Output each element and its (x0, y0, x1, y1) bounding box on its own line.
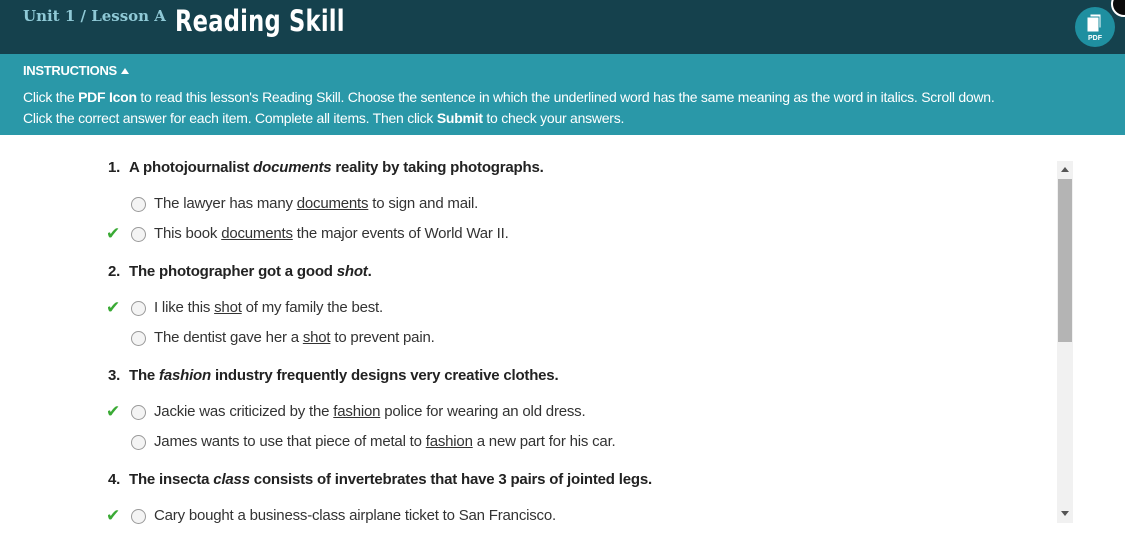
question-text: industry frequently designs very creativ… (210, 367, 559, 384)
option-underlined-word: fashion (333, 403, 381, 420)
radio-q1-option-1[interactable] (131, 197, 146, 212)
option-text: to prevent pain. (330, 329, 435, 346)
page-title: Reading Skill (175, 4, 345, 38)
option-text: of my family the best. (241, 299, 384, 316)
question-number: 4. (108, 471, 121, 488)
option-underlined-word: shot (302, 329, 331, 346)
option-text: Cary bought a business-class airplane ti… (154, 507, 556, 524)
option-underlined-word: shot (214, 299, 242, 316)
option-text: The dentist gave her a (154, 329, 303, 346)
unit-lesson-label: Unit 1 / Lesson A (23, 7, 166, 25)
instructions-toggle[interactable]: INSTRUCTIONS (23, 63, 129, 78)
option-q2-2[interactable]: The dentist gave her a shot to prevent p… (154, 329, 435, 346)
check-icon: ✔ (106, 298, 121, 317)
instructions-panel: INSTRUCTIONS Click the PDF Icon to read … (0, 54, 1125, 135)
option-text: to sign and mail. (368, 195, 479, 212)
option-underlined-word: fashion (425, 433, 473, 450)
option-text: I like this (154, 299, 215, 316)
question-text: The (129, 367, 160, 384)
question-text: The insecta (129, 471, 214, 488)
option-text: Jackie was criticized by the (154, 403, 334, 420)
question-italic-word: documents (253, 159, 332, 176)
instr-line2-post: to check your answers. (482, 110, 625, 126)
pdf-label: PDF (1088, 35, 1103, 42)
option-text: a new part for his car. (472, 433, 616, 450)
option-q4-1[interactable]: Cary bought a business-class airplane ti… (154, 507, 556, 524)
option-q3-1[interactable]: Jackie was criticized by the fashion pol… (154, 403, 586, 420)
scrollbar-thumb[interactable] (1058, 179, 1072, 342)
question-text: . (367, 263, 372, 280)
question-italic-word: class (213, 471, 250, 488)
instr-submit-term: Submit (436, 110, 483, 126)
option-q2-1[interactable]: I like this shot of my family the best. (154, 299, 383, 316)
option-q3-2[interactable]: James wants to use that piece of metal t… (154, 433, 616, 450)
vertical-scrollbar[interactable] (1057, 161, 1073, 523)
option-underlined-word: documents (296, 195, 369, 212)
check-icon: ✔ (106, 224, 121, 243)
question-italic-word: shot (336, 263, 368, 280)
radio-q3-option-2[interactable] (131, 435, 146, 450)
question-text: consists of invertebrates that have 3 pa… (249, 471, 652, 488)
question-4: 4. The insecta class consists of inverteb… (108, 471, 652, 488)
option-q1-1[interactable]: The lawyer has many documents to sign an… (154, 195, 478, 212)
option-underlined-word: documents (221, 225, 293, 242)
radio-q3-option-1[interactable] (131, 405, 146, 420)
option-text: This book (154, 225, 222, 242)
option-q1-2[interactable]: This book documents the major events of … (154, 225, 509, 242)
question-number: 2. (108, 263, 121, 280)
radio-q2-option-1[interactable] (131, 301, 146, 316)
option-text: James wants to use that piece of metal t… (154, 433, 426, 450)
collapse-arrow-icon (120, 68, 129, 74)
question-text: The photographer got a good (129, 263, 337, 280)
check-icon: ✔ (106, 506, 121, 525)
option-text: police for wearing an old dress. (380, 403, 586, 420)
pdf-icon: PDF (1086, 13, 1103, 42)
instructions-heading: INSTRUCTIONS (23, 63, 117, 78)
questions-area: 1. A photojournalist documents reality by… (0, 135, 1125, 543)
instr-pdf-icon-term: PDF Icon (78, 89, 137, 105)
scroll-up-arrow-icon[interactable] (1061, 167, 1069, 172)
question-text: A photojournalist (129, 159, 254, 176)
question-italic-word: fashion (159, 367, 211, 384)
radio-q4-option-1[interactable] (131, 509, 146, 524)
instructions-text: Click the PDF Icon to read this lesson's… (23, 87, 1103, 129)
radio-q2-option-2[interactable] (131, 331, 146, 346)
lesson-header: Unit 1 / Lesson A Reading Skill PDF (0, 0, 1125, 54)
check-icon: ✔ (106, 402, 121, 421)
instr-line2-pre: Click the correct answer for each item. … (23, 110, 437, 126)
question-number: 1. (108, 159, 121, 176)
radio-q1-option-2[interactable] (131, 227, 146, 242)
question-1: 1. A photojournalist documents reality by… (108, 159, 544, 176)
option-text: The lawyer has many (154, 195, 297, 212)
question-number: 3. (108, 367, 121, 384)
pdf-button[interactable]: PDF (1075, 7, 1115, 47)
instr-line1-post: to read this lesson's Reading Skill. Cho… (136, 89, 995, 105)
question-3: 3. The fashion industry frequently design… (108, 367, 559, 384)
option-text: the major events of World War II. (292, 225, 509, 242)
scroll-down-arrow-icon[interactable] (1061, 511, 1069, 516)
question-text: reality by taking photographs. (331, 159, 544, 176)
question-2: 2. The photographer got a good shot. (108, 263, 372, 280)
instr-line1-pre: Click the (23, 89, 79, 105)
